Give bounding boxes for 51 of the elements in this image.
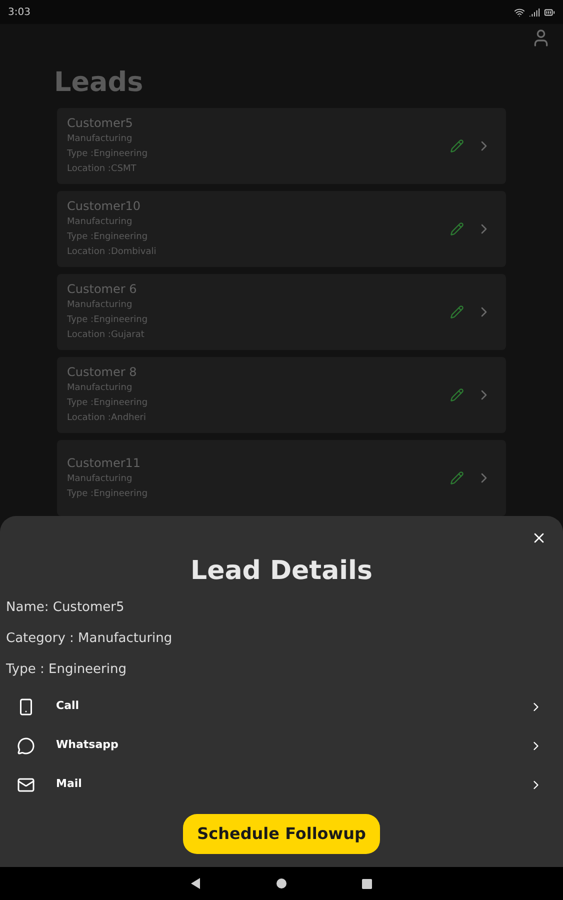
lead-location: Location :Gujarat bbox=[67, 329, 146, 342]
phone-icon bbox=[17, 698, 35, 716]
lead-name: Customer10 bbox=[67, 198, 142, 215]
mail-icon bbox=[17, 776, 35, 794]
action-label: Whatsapp bbox=[56, 737, 120, 754]
lead-name: Customer5 bbox=[67, 115, 134, 132]
lead-card[interactable]: Customer10 Manufacturing Type :Engineering Location :Dombivali bbox=[57, 191, 506, 267]
recents-icon[interactable] bbox=[362, 878, 372, 888]
action-label: Call bbox=[56, 698, 80, 714]
status-time: 3:03 bbox=[8, 6, 30, 20]
action-row[interactable]: Whatsapp bbox=[0, 726, 563, 765]
wifi-icon bbox=[514, 6, 525, 18]
detail-text: Type : Engineering bbox=[6, 661, 128, 679]
detail-text: Category : Manufacturing bbox=[6, 630, 174, 648]
lead-category: Manufacturing bbox=[67, 472, 134, 486]
signal-icon bbox=[529, 6, 540, 18]
lead-type: Type :Engineering bbox=[67, 488, 149, 500]
lead-location: Location :CSMT bbox=[67, 163, 138, 176]
lead-name: Customer11 bbox=[67, 454, 142, 472]
edit-icon[interactable] bbox=[450, 388, 464, 402]
lead-location: Location :Dombivali bbox=[67, 246, 158, 259]
schedule-followup-button[interactable]: Schedule Followup bbox=[183, 814, 380, 854]
lead-name: Customer 8 bbox=[67, 364, 138, 381]
lead-type: Type :Engineering bbox=[67, 231, 149, 244]
edit-icon[interactable] bbox=[450, 139, 464, 153]
detail-text: Name: Customer5 bbox=[6, 599, 126, 617]
home-icon[interactable] bbox=[276, 878, 287, 889]
action-row[interactable]: Mail bbox=[0, 765, 563, 804]
back-icon[interactable] bbox=[191, 878, 201, 889]
action-row[interactable]: Call bbox=[0, 687, 563, 726]
lead-category: Manufacturing bbox=[67, 216, 134, 229]
sheet-title: Lead Details bbox=[190, 555, 372, 588]
lead-type: Type :Engineering bbox=[67, 148, 149, 161]
lead-card[interactable]: Customer 6 Manufacturing Type :Engineering Location :Gujarat bbox=[57, 274, 506, 350]
edit-icon[interactable] bbox=[450, 222, 464, 236]
lead-card[interactable]: Customer5 Manufacturing Type :Engineering Location :CSMT bbox=[57, 108, 506, 184]
lead-card[interactable]: Customer11 Manufacturing Type :Engineering bbox=[57, 440, 506, 516]
lead-category: Manufacturing bbox=[67, 133, 134, 146]
action-label: Mail bbox=[56, 776, 83, 792]
lead-location: Location :Andheri bbox=[67, 412, 147, 425]
lead-type: Type :Engineering bbox=[67, 397, 149, 410]
lead-card[interactable]: Customer 8 Manufacturing Type :Engineering Location :Andheri bbox=[57, 357, 506, 433]
edit-icon[interactable] bbox=[450, 305, 464, 319]
lead-category: Manufacturing bbox=[67, 299, 134, 312]
battery-icon bbox=[544, 6, 555, 18]
lead-name: Customer 6 bbox=[67, 281, 138, 298]
lead-type: Type :Engineering bbox=[67, 314, 149, 327]
page-title: Leads bbox=[54, 66, 144, 100]
lead-category: Manufacturing bbox=[67, 382, 134, 395]
chat-bubble-icon bbox=[17, 736, 35, 754]
edit-icon[interactable] bbox=[450, 471, 464, 485]
